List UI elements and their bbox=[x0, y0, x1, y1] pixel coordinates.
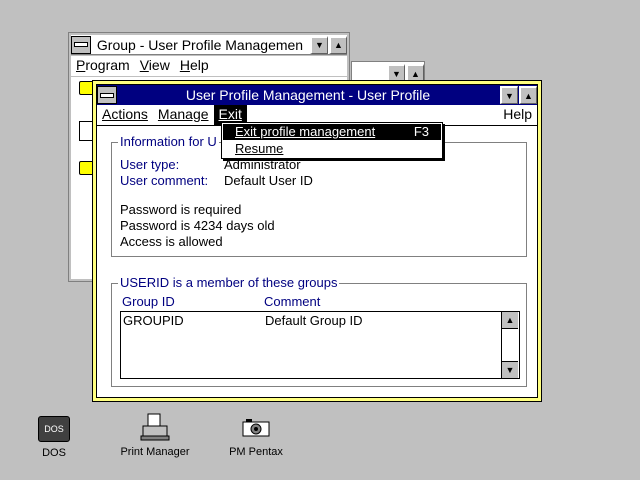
menu-actions[interactable]: Actions bbox=[97, 105, 153, 125]
camera-icon bbox=[242, 419, 270, 437]
user-profile-minimize-button[interactable]: ▼ bbox=[500, 86, 518, 104]
group-window-system-menu[interactable] bbox=[71, 35, 91, 54]
menu-view-label: iew bbox=[148, 57, 170, 73]
groups-listbox[interactable]: GROUPID Default Group ID ▲ ▼ bbox=[120, 311, 520, 379]
exit-dropdown-menu: Exit profile management F3 Resume bbox=[221, 122, 443, 159]
comment-column-header: Comment bbox=[264, 294, 321, 309]
minimize-icon: ▼ bbox=[315, 40, 324, 50]
user-profile-maximize-button[interactable]: ▲ bbox=[519, 86, 537, 104]
table-row[interactable]: GROUPID Default Group ID bbox=[121, 313, 503, 329]
exit-profile-management-item[interactable]: Exit profile management F3 bbox=[223, 124, 441, 140]
listbox-scrollbar[interactable]: ▲ ▼ bbox=[501, 312, 519, 378]
groups-groupbox-label: USERID is a member of these groups bbox=[118, 275, 340, 290]
dos-badge: DOS bbox=[44, 424, 64, 434]
group-window-title: Group - User Profile Managemen bbox=[96, 36, 304, 53]
menu-help-mnemonic: H bbox=[179, 57, 190, 73]
system-menu-icon bbox=[74, 42, 88, 47]
maximize-icon: ▲ bbox=[334, 40, 343, 50]
user-type-value: Administrator bbox=[224, 157, 301, 172]
comment-cell: Default Group ID bbox=[265, 313, 363, 328]
dos-icon: DOS bbox=[38, 416, 70, 442]
group-id-column-header: Group ID bbox=[122, 294, 175, 309]
user-profile-system-menu[interactable] bbox=[97, 86, 117, 104]
menu-manage[interactable]: Manage bbox=[153, 105, 214, 125]
user-comment-label: User comment: bbox=[120, 173, 209, 188]
group-window-menubar: Program View Help bbox=[71, 56, 347, 76]
user-comment-value: Default User ID bbox=[224, 173, 313, 188]
password-required-text: Password is required bbox=[120, 202, 242, 217]
group-window-titlebar[interactable]: Group - User Profile Managemen ▼ ▲ bbox=[71, 35, 347, 55]
group-window-maximize-button[interactable]: ▲ bbox=[329, 35, 347, 54]
user-profile-titlebar[interactable]: User Profile Management - User Profile ▼… bbox=[97, 85, 537, 105]
printer-icon bbox=[140, 413, 170, 441]
pm-pentax-label: PM Pentax bbox=[229, 446, 283, 458]
information-groupbox: Information for U User type: Administrat… bbox=[111, 134, 527, 257]
access-status-text: Access is allowed bbox=[120, 234, 223, 249]
dos-label: DOS bbox=[42, 447, 66, 459]
arrow-down-icon: ▼ bbox=[505, 365, 515, 375]
user-profile-window[interactable]: User Profile Management - User Profile ▼… bbox=[92, 80, 542, 402]
menu-help[interactable]: Help bbox=[175, 56, 214, 76]
desktop-icon-pm-pentax[interactable]: PM Pentax bbox=[218, 418, 294, 458]
minimize-icon: ▼ bbox=[392, 68, 401, 79]
groups-groupbox: USERID is a member of these groups Group… bbox=[111, 275, 527, 387]
exit-profile-management-label: Exit profile management bbox=[235, 124, 376, 139]
password-age-text: Password is 4234 days old bbox=[120, 218, 275, 233]
group-id-cell: GROUPID bbox=[123, 313, 184, 328]
system-menu-icon bbox=[100, 92, 114, 98]
information-groupbox-label: Information for U bbox=[118, 134, 219, 149]
maximize-icon: ▲ bbox=[524, 90, 533, 101]
resume-item[interactable]: Resume bbox=[223, 141, 441, 157]
minimize-icon: ▼ bbox=[505, 90, 514, 101]
desktop-icon-print-manager[interactable]: Print Manager bbox=[115, 412, 195, 458]
arrow-up-icon: ▲ bbox=[505, 315, 515, 325]
menu-view[interactable]: View bbox=[135, 56, 175, 76]
scroll-down-button[interactable]: ▼ bbox=[502, 361, 518, 378]
user-profile-title: User Profile Management - User Profile bbox=[185, 87, 431, 103]
menu-program[interactable]: Program bbox=[71, 56, 135, 76]
print-manager-label: Print Manager bbox=[120, 446, 190, 458]
maximize-icon: ▲ bbox=[411, 68, 420, 79]
scroll-up-button[interactable]: ▲ bbox=[502, 312, 518, 329]
resume-label: Resume bbox=[235, 141, 284, 156]
desktop-icon-dos[interactable]: DOS DOS bbox=[28, 416, 80, 459]
exit-accelerator: F3 bbox=[413, 124, 429, 139]
group-window-minimize-button[interactable]: ▼ bbox=[310, 35, 328, 54]
menu-help[interactable]: Help bbox=[498, 105, 537, 125]
menu-program-label: rogram bbox=[85, 57, 130, 73]
user-type-label: User type: bbox=[120, 157, 180, 172]
menu-view-mnemonic: V bbox=[139, 57, 149, 73]
menu-help-label: elp bbox=[189, 57, 209, 73]
menu-program-mnemonic: P bbox=[76, 57, 86, 73]
user-profile-window-inner: User Profile Management - User Profile ▼… bbox=[96, 84, 538, 398]
